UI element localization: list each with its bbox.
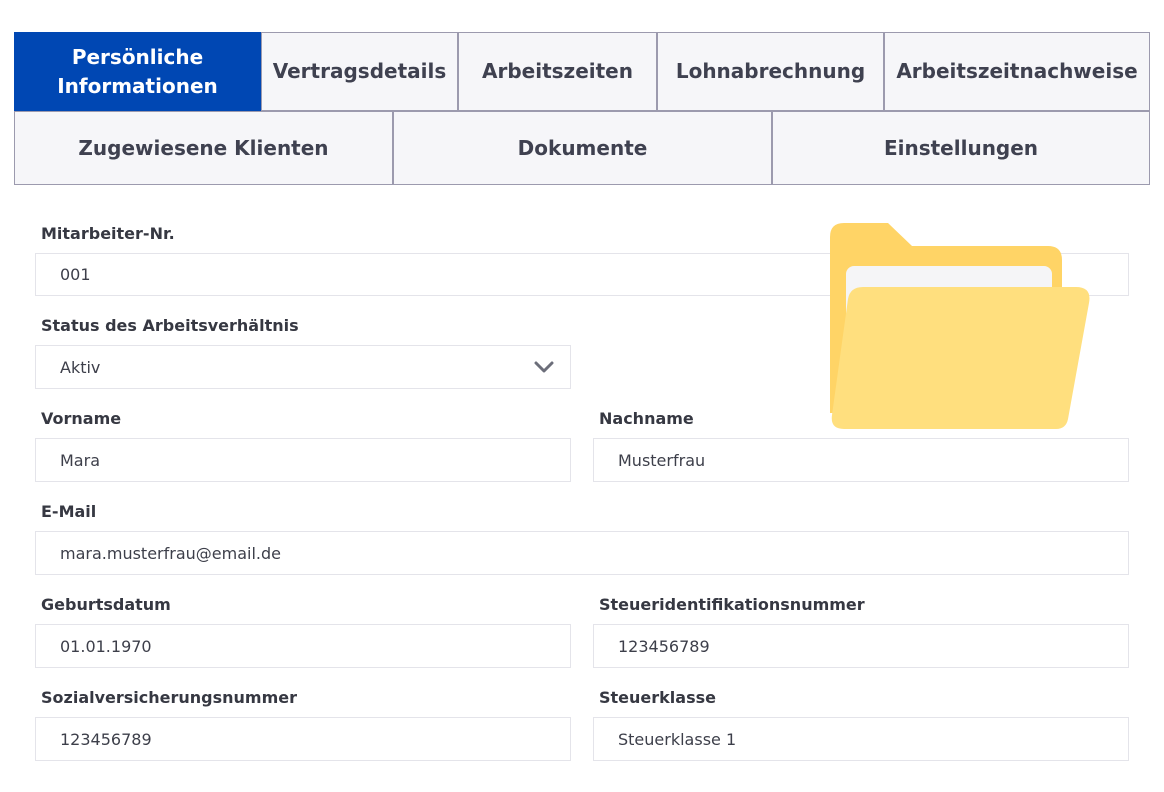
tab-bar: Persönliche Informationen Vertragsdetail… — [0, 0, 1164, 200]
tax-class-field[interactable]: Steuerklasse 1 — [593, 717, 1129, 761]
tab-timesheets[interactable]: Arbeitszeitnachweise — [884, 32, 1150, 111]
email-label: E-Mail — [41, 502, 97, 521]
birth-date-field[interactable]: 01.01.1970 — [35, 624, 571, 668]
social-security-no-label: Sozialversicherungsnummer — [41, 688, 298, 707]
tax-id-field[interactable]: 123456789 — [593, 624, 1129, 668]
employee-no-label: Mitarbeiter-Nr. — [41, 224, 175, 243]
employment-status-select[interactable]: Aktiv — [35, 345, 571, 389]
tab-payroll[interactable]: Lohnabrechnung — [657, 32, 884, 111]
tab-working-hours[interactable]: Arbeitszeiten — [458, 32, 657, 111]
last-name-label: Nachname — [599, 409, 694, 428]
social-security-no-field[interactable]: 123456789 — [35, 717, 571, 761]
employment-status-label: Status des Arbeitsverhältnis — [41, 316, 299, 335]
tax-class-label: Steuerklasse — [599, 688, 716, 707]
email-field[interactable]: mara.musterfrau@email.de — [35, 531, 1129, 575]
tab-assigned-clients[interactable]: Zugewiesene Klienten — [14, 111, 393, 185]
tab-settings[interactable]: Einstellungen — [772, 111, 1150, 185]
tab-documents[interactable]: Dokumente — [393, 111, 772, 185]
tab-contract-details[interactable]: Vertragsdetails — [261, 32, 458, 111]
first-name-field[interactable]: Mara — [35, 438, 571, 482]
last-name-field[interactable]: Musterfrau — [593, 438, 1129, 482]
chevron-down-icon — [534, 361, 554, 373]
first-name-label: Vorname — [41, 409, 122, 428]
birth-date-label: Geburtsdatum — [41, 595, 171, 614]
tab-personal-information[interactable]: Persönliche Informationen — [14, 32, 261, 111]
employment-status-value: Aktiv — [60, 357, 101, 377]
tax-id-label: Steueridentifikationsnummer — [599, 595, 865, 614]
folder-open-icon — [830, 223, 1092, 429]
